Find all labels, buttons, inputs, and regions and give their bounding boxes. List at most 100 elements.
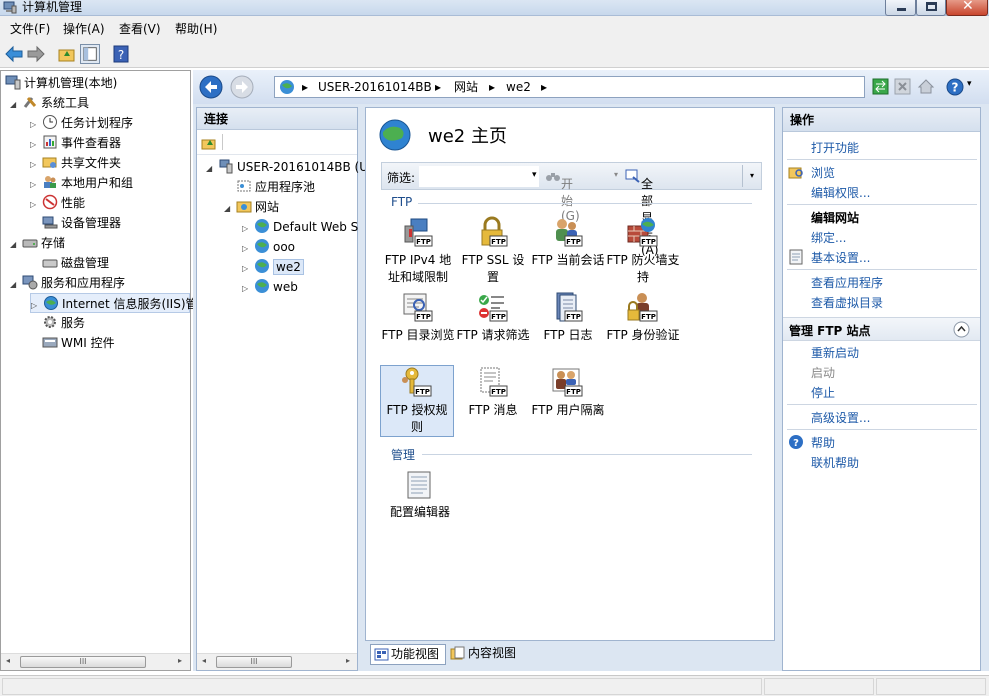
feature-ftp-request-filtering[interactable]: FTP FTP 请求筛选 [456, 291, 530, 344]
scroll-thumb[interactable]: III [216, 656, 292, 668]
breadcrumb-server[interactable]: USER-20161014BB [318, 77, 432, 97]
action-edit-permissions[interactable]: 编辑权限... [811, 184, 870, 201]
conn-site-default[interactable]: ▷ Default Web S [242, 217, 358, 237]
tree-root[interactable]: 计算机管理(本地) [5, 73, 117, 93]
connections-horizontal-scrollbar[interactable]: ◂ III ▸ [197, 653, 357, 670]
collapse-arrow-icon[interactable]: ◢ [206, 159, 218, 179]
scroll-left-arrow-icon[interactable]: ◂ [6, 656, 10, 665]
action-explore[interactable]: 浏览 [811, 164, 835, 181]
feature-ftp-authentication[interactable]: FTP FTP 身份验证 [606, 291, 680, 344]
stop-icon[interactable] [894, 78, 911, 95]
nav-forward-icon[interactable] [230, 75, 254, 99]
conn-site-ooo[interactable]: ▷ ooo [242, 237, 295, 257]
action-basic-settings[interactable]: 基本设置... [811, 249, 870, 266]
filter-input[interactable] [419, 166, 539, 187]
help-dropdown-icon[interactable]: ▾ [967, 79, 972, 89]
conn-server[interactable]: ◢ USER-20161014BB (U [206, 157, 368, 177]
collapse-arrow-icon[interactable]: ◢ [10, 235, 22, 255]
tree-item-event-viewer[interactable]: ▷ 事件查看器 [30, 133, 121, 153]
tree-item-system-tools[interactable]: ◢ 系统工具 [10, 93, 89, 113]
maximize-button[interactable] [916, 0, 946, 16]
nav-back-icon[interactable] [199, 75, 223, 99]
conn-site-web[interactable]: ▷ web [242, 277, 298, 297]
tab-content-view[interactable]: 内容视图 [448, 644, 528, 665]
help-icon[interactable]: ? [945, 77, 965, 97]
tree-item-disk-management[interactable]: 磁盘管理 [42, 253, 109, 273]
tree-item-local-users[interactable]: ▷ 本地用户和组 [30, 173, 133, 193]
home-icon[interactable] [917, 78, 935, 95]
manage-ftp-section-header[interactable]: 管理 FTP 站点 [783, 317, 980, 341]
help-book-icon[interactable]: ? [111, 44, 131, 64]
feature-ftp-ssl[interactable]: FTP FTP SSL 设置 [456, 216, 530, 286]
action-help[interactable]: 帮助 [811, 434, 835, 451]
conn-site-we2[interactable]: ▷ we2 [242, 257, 304, 277]
filter-overflow-icon[interactable]: ▾ [750, 171, 754, 180]
action-bindings[interactable]: 绑定... [811, 229, 846, 246]
scroll-right-arrow-icon[interactable]: ▸ [346, 656, 350, 665]
start-dropdown-icon[interactable]: ▾ [614, 170, 618, 179]
tree-item-storage[interactable]: ◢ 存储 [10, 233, 65, 253]
action-advanced-settings[interactable]: 高级设置... [811, 409, 870, 426]
expand-arrow-icon[interactable]: ▷ [30, 195, 42, 215]
expand-arrow-icon[interactable]: ▷ [30, 175, 42, 195]
menu-file[interactable]: 文件(F) [10, 20, 50, 37]
forward-arrow-icon[interactable] [26, 44, 46, 64]
tree-item-performance[interactable]: ▷ 性能 [30, 193, 85, 213]
action-open-feature[interactable]: 打开功能 [811, 139, 859, 156]
expand-arrow-icon[interactable]: ▷ [242, 279, 254, 299]
minimize-button[interactable] [885, 0, 916, 16]
menu-action[interactable]: 操作(A) [63, 20, 105, 37]
tree-item-task-scheduler[interactable]: ▷ 任务计划程序 [30, 113, 133, 133]
expand-arrow-icon[interactable]: ▷ [242, 259, 254, 279]
refresh-icon[interactable] [872, 78, 889, 95]
feature-ftp-sessions[interactable]: FTP FTP 当前会话 [531, 216, 605, 269]
tree-item-device-manager[interactable]: 设备管理器 [42, 213, 121, 233]
expand-arrow-icon[interactable]: ▷ [242, 219, 254, 239]
tree-item-iis[interactable]: ▷ Internet 信息服务(IIS)管 [30, 293, 198, 313]
group-header-management[interactable]: 管理 [391, 446, 415, 463]
feature-configuration-editor[interactable]: 配置编辑器 [381, 468, 459, 521]
breadcrumb-site[interactable]: we2 [506, 77, 531, 97]
connect-icon[interactable] [201, 135, 217, 151]
action-online-help[interactable]: 联机帮助 [811, 454, 859, 471]
expand-arrow-icon[interactable]: ▷ [30, 135, 42, 155]
collapse-arrow-icon[interactable]: ◢ [10, 95, 22, 115]
menu-view[interactable]: 查看(V) [119, 20, 161, 37]
action-stop[interactable]: 停止 [811, 384, 835, 401]
feature-ftp-ip-restrictions[interactable]: FTP FTP IPv4 地址和域限制 [381, 216, 455, 286]
show-hide-console-tree-icon[interactable] [80, 44, 100, 64]
menu-help[interactable]: 帮助(H) [175, 20, 217, 37]
scroll-right-arrow-icon[interactable]: ▸ [178, 656, 182, 665]
action-view-applications[interactable]: 查看应用程序 [811, 274, 883, 291]
collapse-section-icon[interactable] [953, 321, 970, 338]
action-view-virtual-dirs[interactable]: 查看虚拟目录 [811, 294, 883, 311]
tree-item-services-apps[interactable]: ◢ 服务和应用程序 [10, 273, 125, 293]
collapse-arrow-icon[interactable]: ◢ [10, 275, 22, 295]
scroll-left-arrow-icon[interactable]: ◂ [202, 656, 206, 665]
collapse-arrow-icon[interactable]: ◢ [224, 199, 236, 219]
back-arrow-icon[interactable] [4, 44, 24, 64]
expand-arrow-icon[interactable]: ▷ [30, 155, 42, 175]
conn-sites[interactable]: ◢ 网站 [224, 197, 279, 217]
feature-ftp-user-isolation[interactable]: FTP FTP 用户隔离 [531, 366, 605, 419]
start-button[interactable]: 开始(G) [545, 169, 580, 223]
filter-dropdown-icon[interactable]: ▾ [532, 170, 537, 180]
tree-item-services[interactable]: 服务 [42, 313, 85, 333]
up-folder-icon[interactable] [57, 44, 77, 64]
action-start[interactable]: 启动 [811, 364, 835, 381]
tree-item-wmi[interactable]: WMI 控件 [42, 333, 115, 353]
tree-horizontal-scrollbar[interactable]: ◂ III ▸ [1, 653, 190, 670]
feature-ftp-authorization-rules[interactable]: FTP FTP 授权规则 [380, 365, 454, 437]
scroll-thumb[interactable]: III [20, 656, 146, 668]
feature-ftp-logging[interactable]: FTP FTP 日志 [531, 291, 605, 344]
conn-app-pools[interactable]: 应用程序池 [236, 177, 315, 197]
expand-arrow-icon[interactable]: ▷ [242, 239, 254, 259]
expand-arrow-icon[interactable]: ▷ [30, 115, 42, 135]
tab-features-view[interactable]: 功能视图 [370, 644, 446, 665]
feature-ftp-directory-browsing[interactable]: FTP FTP 目录浏览 [381, 291, 455, 344]
tree-item-shared-folders[interactable]: ▷ 共享文件夹 [30, 153, 121, 173]
close-button[interactable]: ✕ [946, 0, 988, 16]
action-restart[interactable]: 重新启动 [811, 344, 859, 361]
breadcrumb-sites[interactable]: 网站 [454, 77, 478, 97]
show-all-button[interactable]: 全部显示(A) [625, 169, 659, 257]
